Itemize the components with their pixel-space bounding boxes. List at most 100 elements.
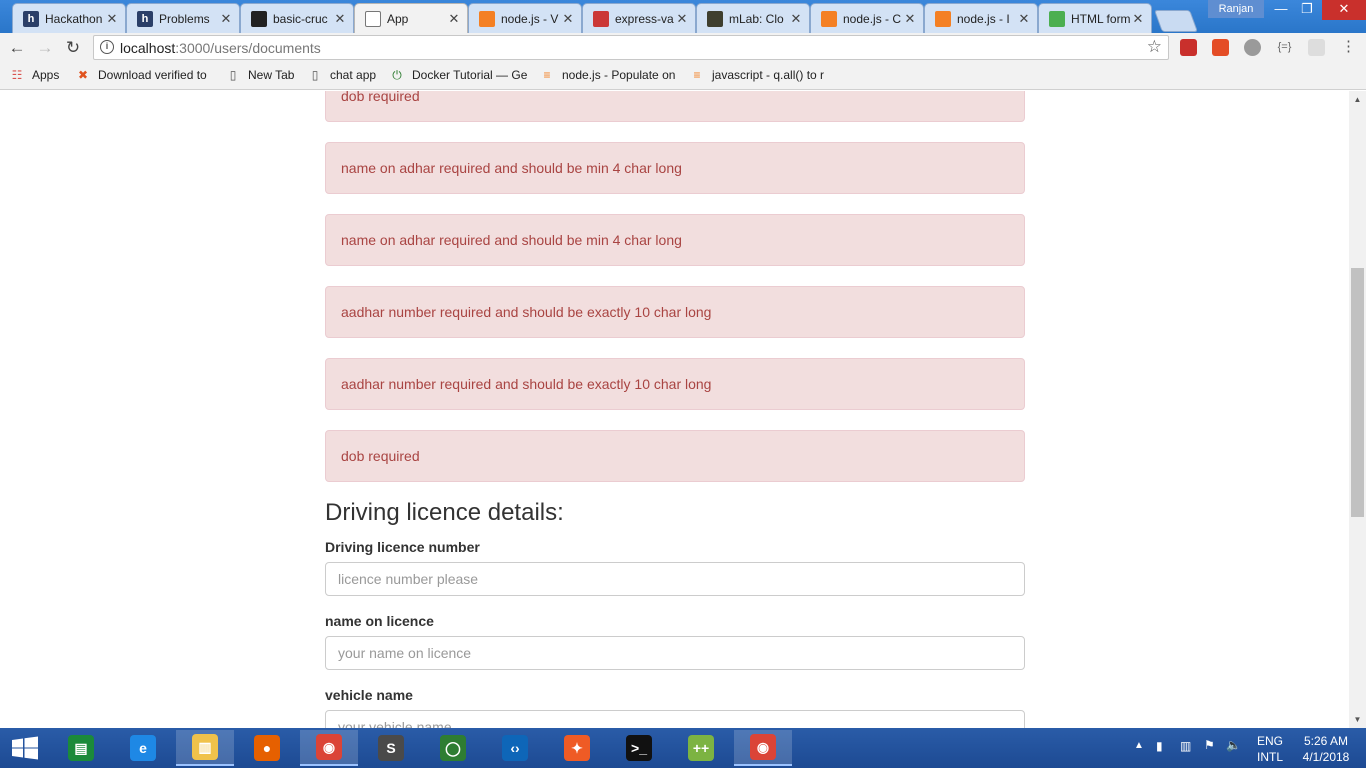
browser-tab[interactable]: node.js - I ✕ bbox=[924, 3, 1038, 33]
browser-tab[interactable]: h Hackathon ✕ bbox=[12, 3, 126, 33]
file-explorer-icon: ▥ bbox=[192, 734, 218, 760]
bookmark-item[interactable]: ≡ javascript - q.all() to r bbox=[690, 68, 824, 82]
taskbar-app-button[interactable]: ▤ bbox=[52, 730, 110, 766]
chrome-icon: ◉ bbox=[750, 734, 776, 760]
tab-close-icon[interactable]: ✕ bbox=[219, 11, 233, 27]
reload-button[interactable]: ↻ bbox=[62, 37, 84, 59]
restore-button[interactable]: ❐ bbox=[1290, 0, 1324, 20]
bookmark-item[interactable]: ≡ node.js - Populate on bbox=[540, 68, 675, 82]
tab-close-icon[interactable]: ✕ bbox=[903, 11, 917, 27]
bookmark-star-icon[interactable]: ☆ bbox=[1147, 37, 1162, 57]
language-indicator[interactable]: ENG INTL bbox=[1252, 733, 1288, 768]
globe-extension-icon[interactable] bbox=[1244, 39, 1261, 56]
tab-title: mLab: Clo bbox=[729, 11, 784, 26]
error-alert: dob required bbox=[325, 91, 1025, 122]
bookmark-item[interactable]: ⏻ Docker Tutorial — Ge bbox=[390, 68, 527, 82]
store-icon: ▤ bbox=[68, 735, 94, 761]
taskbar-app-button[interactable]: S bbox=[362, 730, 420, 766]
taskbar-app-button[interactable]: ‹› bbox=[486, 730, 544, 766]
browser-tab[interactable]: node.js - C ✕ bbox=[810, 3, 924, 33]
bookmark-label: javascript - q.all() to r bbox=[712, 68, 825, 82]
browser-tab[interactable]: express-va ✕ bbox=[582, 3, 696, 33]
html5-extension-icon[interactable] bbox=[1212, 39, 1229, 56]
taskbar-app-button[interactable]: e bbox=[114, 730, 172, 766]
volume-icon[interactable]: 🔈 bbox=[1226, 738, 1241, 752]
browser-tab[interactable]: App ✕ bbox=[354, 3, 468, 33]
new-tab-button[interactable] bbox=[1153, 10, 1199, 32]
taskbar-app-button[interactable]: ◯ bbox=[424, 730, 482, 766]
address-bar[interactable]: i localhost:3000/users/documents ☆ bbox=[93, 35, 1169, 60]
bookmark-label: Docker Tutorial — Ge bbox=[412, 68, 528, 82]
url-text[interactable]: localhost:3000/users/documents bbox=[120, 40, 321, 56]
scroll-up-icon[interactable]: ▲ bbox=[1349, 91, 1366, 108]
apps-grid-icon: ☷ bbox=[11, 68, 23, 82]
bookmark-label: New Tab bbox=[248, 68, 295, 82]
error-alert: name on adhar required and should be min… bbox=[325, 142, 1025, 194]
profile-button[interactable]: Ranjan bbox=[1208, 0, 1264, 18]
action-center-flag-icon[interactable]: ⚑ bbox=[1204, 738, 1215, 752]
h-favicon-icon: h bbox=[23, 10, 39, 27]
power-icon[interactable]: ▮ bbox=[1156, 739, 1163, 753]
taskbar-app-button[interactable]: ▥ bbox=[176, 730, 234, 766]
forward-button[interactable]: → bbox=[34, 37, 56, 59]
tab-close-icon[interactable]: ✕ bbox=[675, 11, 689, 27]
tab-strip: h Hackathon ✕ h Problems ✕ basic-cruc ✕ App ✕ node… bbox=[12, 3, 1199, 33]
json-extension-icon[interactable]: {=} bbox=[1276, 39, 1293, 56]
internet-explorer-icon: e bbox=[130, 735, 156, 761]
show-hidden-icons-icon[interactable]: ▲ bbox=[1134, 740, 1144, 751]
tab-title: Hackathon bbox=[45, 11, 103, 26]
tab-close-icon[interactable]: ✕ bbox=[333, 11, 347, 27]
grey-extension-icon[interactable] bbox=[1308, 39, 1325, 56]
licence-name-input[interactable] bbox=[325, 636, 1025, 670]
bookmark-item[interactable]: ▯ New Tab bbox=[226, 68, 295, 82]
bookmark-label: Download verified to bbox=[98, 68, 207, 82]
taskbar-app-button[interactable]: ◉ bbox=[300, 730, 358, 766]
back-button[interactable]: ← bbox=[6, 37, 28, 59]
so-favicon-icon bbox=[479, 10, 495, 27]
bookmark-item[interactable]: ☷ Apps bbox=[10, 68, 60, 82]
clock[interactable]: 5:26 AM 4/1/2018 bbox=[1296, 733, 1356, 765]
info-icon[interactable]: i bbox=[100, 40, 114, 54]
flash-extension-icon[interactable] bbox=[1180, 39, 1197, 56]
taskbar-app-button[interactable]: ✦ bbox=[548, 730, 606, 766]
start-button[interactable] bbox=[0, 728, 50, 768]
tab-close-icon[interactable]: ✕ bbox=[447, 11, 461, 27]
taskbar-app-button[interactable]: ++ bbox=[672, 730, 730, 766]
taskbar-app-button[interactable]: ◉ bbox=[734, 730, 792, 766]
circle-app-icon: ◯ bbox=[440, 735, 466, 761]
network-icon[interactable]: ▥ bbox=[1180, 739, 1191, 753]
scroll-down-icon[interactable]: ▼ bbox=[1349, 711, 1366, 728]
browser-tab[interactable]: HTML form ✕ bbox=[1038, 3, 1152, 33]
stackoverflow-icon: ≡ bbox=[543, 68, 551, 82]
scroll-thumb[interactable] bbox=[1351, 268, 1364, 517]
vehicle-name-label: vehicle name bbox=[325, 687, 413, 703]
browser-tab[interactable]: basic-cruc ✕ bbox=[240, 3, 354, 33]
tab-close-icon[interactable]: ✕ bbox=[1131, 11, 1145, 27]
tab-close-icon[interactable]: ✕ bbox=[105, 11, 119, 27]
page-viewport: dob required name on adhar required and s… bbox=[0, 91, 1349, 728]
tab-title: node.js - C bbox=[843, 11, 902, 26]
error-alert: aadhar number required and should be exa… bbox=[325, 286, 1025, 338]
taskbar-app-button[interactable]: >_ bbox=[610, 730, 668, 766]
github-favicon-icon bbox=[251, 10, 267, 27]
licence-name-label: name on licence bbox=[325, 613, 434, 629]
error-alert: aadhar number required and should be exa… bbox=[325, 358, 1025, 410]
browser-tab[interactable]: mLab: Clo ✕ bbox=[696, 3, 810, 33]
vehicle-name-input[interactable] bbox=[325, 710, 1025, 728]
npm-favicon-icon bbox=[593, 10, 609, 27]
close-window-button[interactable]: ✕ bbox=[1322, 0, 1366, 20]
tab-title: Problems bbox=[159, 11, 210, 26]
browser-tab[interactable]: node.js - V ✕ bbox=[468, 3, 582, 33]
menu-icon[interactable]: ⋮ bbox=[1340, 39, 1357, 56]
licence-number-input[interactable] bbox=[325, 562, 1025, 596]
so-favicon-icon bbox=[935, 10, 951, 27]
page-scrollbar[interactable]: ▲ ▼ bbox=[1349, 91, 1366, 728]
browser-tab[interactable]: h Problems ✕ bbox=[126, 3, 240, 33]
tab-close-icon[interactable]: ✕ bbox=[1017, 11, 1031, 27]
bookmark-item[interactable]: ✖ Download verified to bbox=[76, 68, 207, 82]
tab-close-icon[interactable]: ✕ bbox=[561, 11, 575, 27]
tab-title: express-va bbox=[615, 11, 674, 26]
tab-close-icon[interactable]: ✕ bbox=[789, 11, 803, 27]
taskbar-app-button[interactable]: ● bbox=[238, 730, 296, 766]
bookmark-item[interactable]: ▯ chat app bbox=[308, 68, 376, 82]
